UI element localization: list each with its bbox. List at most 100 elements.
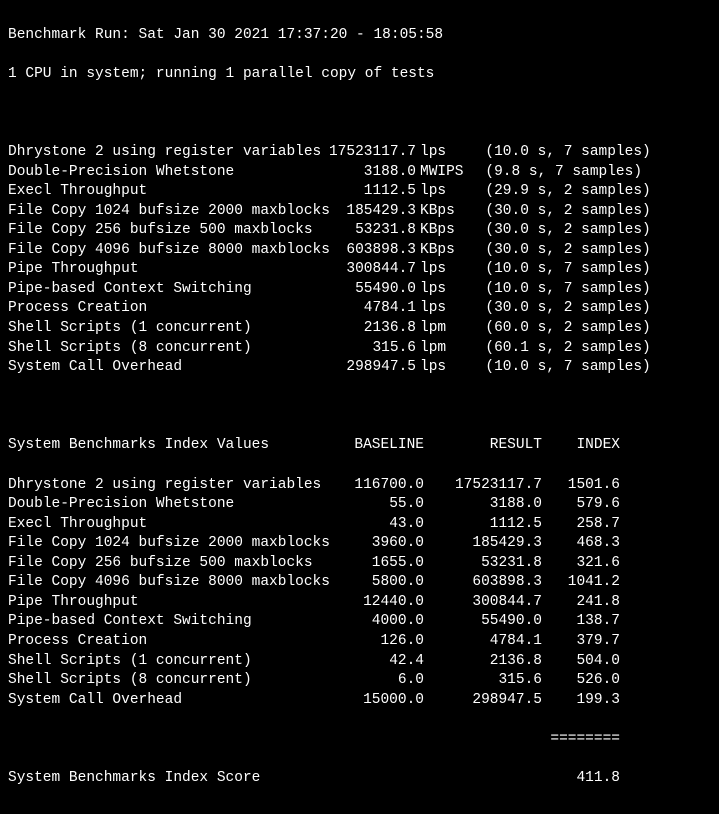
result-name: File Copy 256 bufsize 500 maxblocks — [8, 221, 316, 241]
result-value: 298947.5 — [316, 358, 416, 378]
result-unit: lps — [416, 143, 468, 163]
result-value: 2136.8 — [316, 319, 416, 339]
index-name: Pipe Throughput — [8, 593, 338, 613]
index-index: 504.0 — [542, 652, 620, 672]
index-header-baseline: BASELINE — [338, 436, 424, 456]
index-baseline: 42.4 — [338, 652, 424, 672]
result-name: File Copy 1024 bufsize 2000 maxblocks — [8, 202, 316, 222]
index-result: 4784.1 — [424, 632, 542, 652]
result-value: 17523117.7 — [316, 143, 416, 163]
result-value: 185429.3 — [316, 202, 416, 222]
index-row: File Copy 1024 bufsize 2000 maxblocks396… — [8, 534, 711, 554]
result-value: 4784.1 — [316, 299, 416, 319]
result-detail: (60.1 s, 2 samples) — [468, 339, 651, 359]
separator-line: ======== — [8, 730, 711, 750]
result-unit: lpm — [416, 319, 468, 339]
result-unit: lps — [416, 260, 468, 280]
result-unit: KBps — [416, 202, 468, 222]
index-index: 1041.2 — [542, 573, 620, 593]
index-result: 2136.8 — [424, 652, 542, 672]
result-row: Pipe Throughput300844.7lps (10.0 s, 7 sa… — [8, 260, 711, 280]
index-index: 579.6 — [542, 495, 620, 515]
index-index: 1501.6 — [542, 476, 620, 496]
result-name: Pipe Throughput — [8, 260, 316, 280]
result-name: Shell Scripts (8 concurrent) — [8, 339, 316, 359]
result-value: 3188.0 — [316, 163, 416, 183]
result-detail: (10.0 s, 7 samples) — [468, 280, 651, 300]
index-result: 3188.0 — [424, 495, 542, 515]
result-value: 603898.3 — [316, 241, 416, 261]
index-result: 185429.3 — [424, 534, 542, 554]
result-value: 315.6 — [316, 339, 416, 359]
result-name: Process Creation — [8, 299, 316, 319]
result-row: Execl Throughput1112.5lps (29.9 s, 2 sam… — [8, 182, 711, 202]
result-detail: (30.0 s, 2 samples) — [468, 299, 651, 319]
index-header-row: System Benchmarks Index ValuesBASELINERE… — [8, 436, 711, 456]
result-detail: (10.0 s, 7 samples) — [468, 143, 651, 163]
index-result: 603898.3 — [424, 573, 542, 593]
result-value: 55490.0 — [316, 280, 416, 300]
index-index: 379.7 — [542, 632, 620, 652]
result-name: Dhrystone 2 using register variables — [8, 143, 316, 163]
index-name: Process Creation — [8, 632, 338, 652]
index-index: 526.0 — [542, 671, 620, 691]
result-unit: KBps — [416, 221, 468, 241]
index-result: 298947.5 — [424, 691, 542, 711]
blank-line — [8, 104, 711, 124]
result-name: Shell Scripts (1 concurrent) — [8, 319, 316, 339]
result-name: File Copy 4096 bufsize 8000 maxblocks — [8, 241, 316, 261]
index-index: 138.7 — [542, 612, 620, 632]
blank-line — [8, 397, 711, 417]
index-index: 199.3 — [542, 691, 620, 711]
index-baseline: 116700.0 — [338, 476, 424, 496]
final-value: 411.8 — [542, 769, 620, 789]
header-cpu-line: 1 CPU in system; running 1 parallel copy… — [8, 65, 711, 85]
final-score-line: System Benchmarks Index Score411.8 — [8, 769, 711, 789]
index-baseline: 12440.0 — [338, 593, 424, 613]
index-baseline: 1655.0 — [338, 554, 424, 574]
result-row: Shell Scripts (1 concurrent)2136.8lpm (6… — [8, 319, 711, 339]
index-name: Dhrystone 2 using register variables — [8, 476, 338, 496]
index-index: 468.3 — [542, 534, 620, 554]
index-name: File Copy 256 bufsize 500 maxblocks — [8, 554, 338, 574]
index-row: Shell Scripts (1 concurrent)42.42136.850… — [8, 652, 711, 672]
result-detail: (10.0 s, 7 samples) — [468, 260, 651, 280]
result-row: File Copy 256 bufsize 500 maxblocks53231… — [8, 221, 711, 241]
index-row: Dhrystone 2 using register variables1167… — [8, 476, 711, 496]
result-value: 53231.8 — [316, 221, 416, 241]
result-row: File Copy 1024 bufsize 2000 maxblocks185… — [8, 202, 711, 222]
index-result: 1112.5 — [424, 515, 542, 535]
index-result: 315.6 — [424, 671, 542, 691]
result-detail: (29.9 s, 2 samples) — [468, 182, 651, 202]
index-row: Execl Throughput43.01112.5258.7 — [8, 515, 711, 535]
index-result: 300844.7 — [424, 593, 542, 613]
result-unit: MWIPS — [416, 163, 468, 183]
index-row: System Call Overhead15000.0298947.5199.3 — [8, 691, 711, 711]
index-baseline: 126.0 — [338, 632, 424, 652]
index-baseline: 5800.0 — [338, 573, 424, 593]
index-baseline: 3960.0 — [338, 534, 424, 554]
result-detail: (30.0 s, 2 samples) — [468, 202, 651, 222]
result-detail: (30.0 s, 2 samples) — [468, 241, 651, 261]
index-name: System Call Overhead — [8, 691, 338, 711]
result-unit: lps — [416, 182, 468, 202]
index-name: Shell Scripts (8 concurrent) — [8, 671, 338, 691]
result-detail: (60.0 s, 2 samples) — [468, 319, 651, 339]
result-value: 300844.7 — [316, 260, 416, 280]
result-unit: lps — [416, 280, 468, 300]
result-detail: (30.0 s, 2 samples) — [468, 221, 651, 241]
result-row: Double-Precision Whetstone3188.0MWIPS (9… — [8, 163, 711, 183]
index-name: Execl Throughput — [8, 515, 338, 535]
index-header-title: System Benchmarks Index Values — [8, 436, 338, 456]
index-header-index: INDEX — [542, 436, 620, 456]
result-row: Dhrystone 2 using register variables1752… — [8, 143, 711, 163]
index-baseline: 4000.0 — [338, 612, 424, 632]
result-detail: (9.8 s, 7 samples) — [468, 163, 642, 183]
index-baseline: 55.0 — [338, 495, 424, 515]
index-name: Shell Scripts (1 concurrent) — [8, 652, 338, 672]
result-name: Pipe-based Context Switching — [8, 280, 316, 300]
result-row: Pipe-based Context Switching55490.0lps (… — [8, 280, 711, 300]
result-row: Shell Scripts (8 concurrent)315.6lpm (60… — [8, 339, 711, 359]
index-result: 53231.8 — [424, 554, 542, 574]
index-result: 17523117.7 — [424, 476, 542, 496]
